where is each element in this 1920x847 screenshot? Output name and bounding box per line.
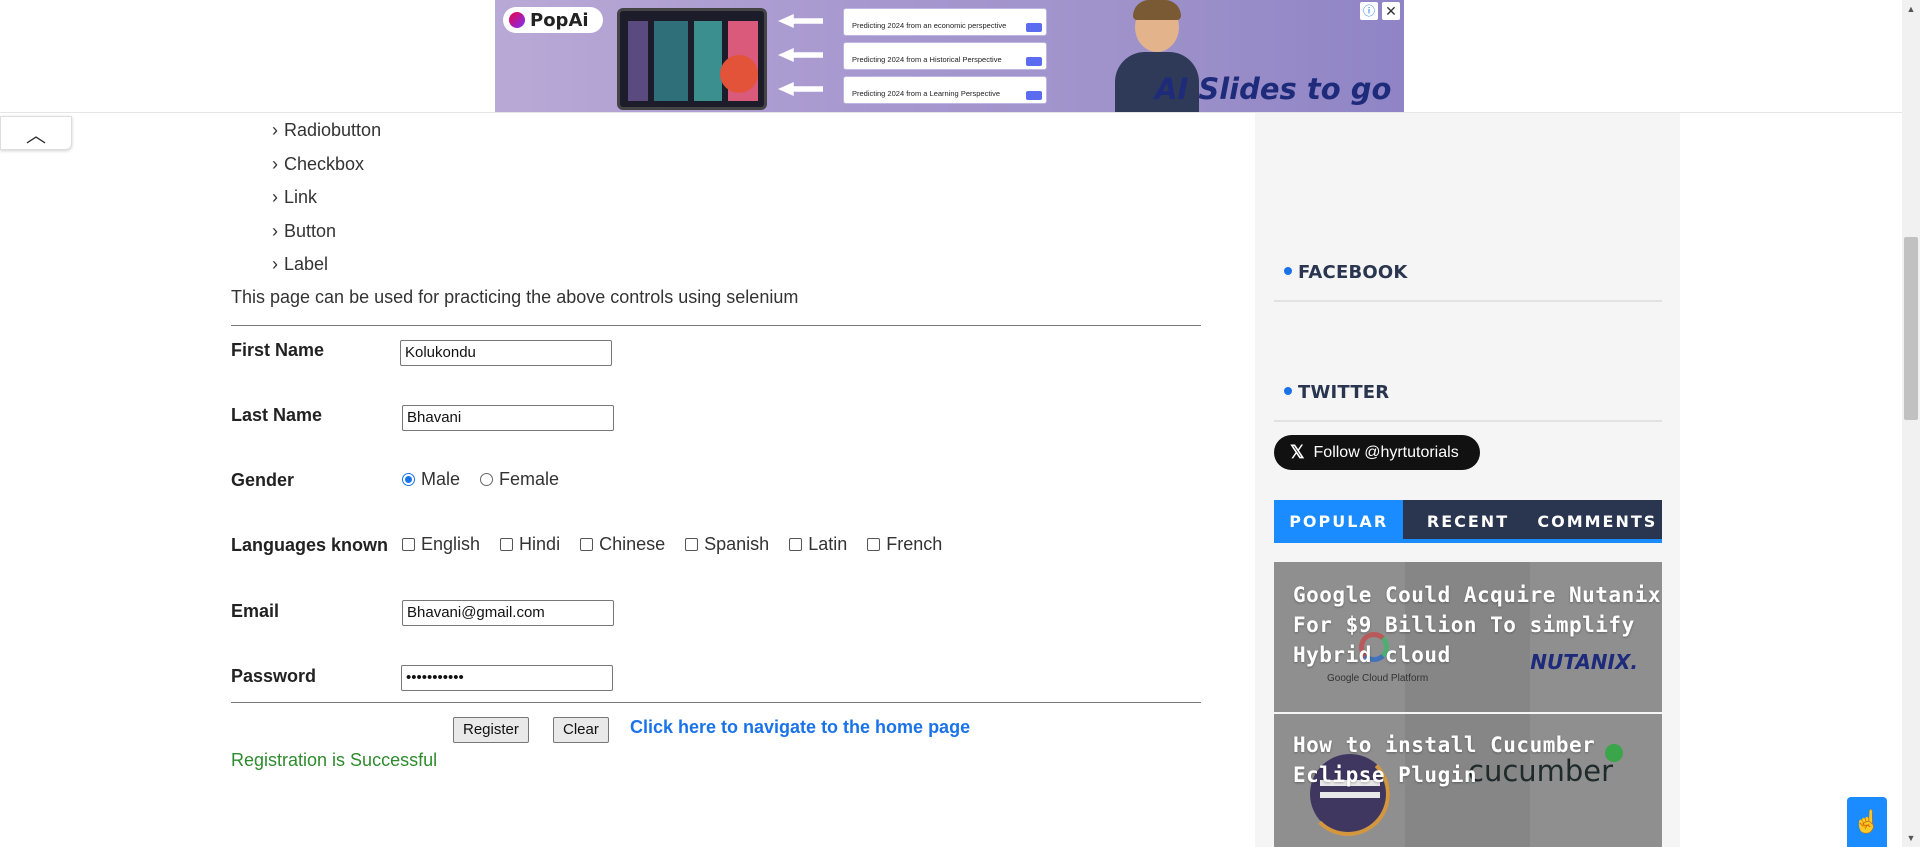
- bullet-icon: [1284, 267, 1292, 275]
- bullet-icon: [1284, 387, 1292, 395]
- page-scrollbar[interactable]: [1902, 0, 1920, 847]
- list-item: › Radiobutton: [272, 120, 382, 141]
- close-icon[interactable]: ✕: [1382, 2, 1400, 20]
- checkbox-english[interactable]: [402, 538, 415, 551]
- checkbox-hindi[interactable]: [500, 538, 514, 551]
- ppt-icon: [720, 55, 758, 93]
- list-item: › Link: [272, 187, 318, 208]
- x-logo-icon: 𝕏: [1290, 442, 1305, 462]
- ad-brand-logo: PopAi: [503, 7, 603, 33]
- list-item: › Label: [272, 254, 329, 275]
- tab-recent[interactable]: RECENT: [1403, 500, 1532, 542]
- tab-comments[interactable]: COMMENTS: [1533, 500, 1662, 542]
- divider: [231, 702, 1201, 703]
- language-option-hindi[interactable]: Hindi: [500, 534, 560, 555]
- first-name-input[interactable]: Kolukondu: [400, 340, 612, 366]
- language-option-french[interactable]: French: [867, 534, 942, 555]
- list-item: › Button: [272, 220, 337, 241]
- ad-card: Predicting 2024 from a Learning Perspect…: [843, 76, 1047, 104]
- tab-popular[interactable]: POPULAR: [1274, 500, 1404, 542]
- list-item: › Checkbox: [272, 153, 365, 174]
- popular-post-card[interactable]: cucumber How to install Cucumber Eclipse…: [1274, 714, 1662, 847]
- first-name-label: First Name: [231, 340, 325, 360]
- controls-list: › Radiobutton › Checkbox › Link › Button › La…: [272, 114, 381, 282]
- posts-tabs: POPULAR RECENT COMMENTS: [1274, 500, 1662, 542]
- chevron-right-icon: ›: [272, 153, 278, 174]
- checkbox-chinese[interactable]: [580, 538, 594, 551]
- last-name-input[interactable]: Bhavani: [402, 405, 614, 431]
- info-icon[interactable]: ⓘ: [1360, 2, 1378, 20]
- scroll-down-arrow-icon[interactable]: ▼: [1902, 829, 1920, 847]
- widget-divider: [1274, 300, 1662, 302]
- ad-tagline: AI Slides to go: [1155, 72, 1392, 106]
- google-cloud-label: Google Cloud Platform: [1327, 673, 1429, 684]
- hand-pointer-icon: ☝: [1853, 809, 1881, 834]
- languages-label: Languages known: [231, 535, 389, 555]
- collapse-header-button[interactable]: ︿: [0, 116, 72, 150]
- ad-banner[interactable]: PopAi Predicting 2024 from an economic p…: [495, 0, 1404, 113]
- scrollbar-thumb[interactable]: [1904, 237, 1918, 420]
- twitter-widget-title: TWITTER: [1284, 382, 1389, 403]
- register-button[interactable]: Register: [453, 717, 529, 743]
- password-input[interactable]: •••••••••••: [401, 665, 613, 691]
- languages-checkbox-group: English Hindi Chinese Spanish Latin Fren…: [402, 534, 962, 555]
- language-option-spanish[interactable]: Spanish: [685, 534, 769, 555]
- language-option-english[interactable]: English: [402, 534, 480, 555]
- radio-female[interactable]: [480, 473, 494, 486]
- clear-button[interactable]: Clear: [553, 717, 609, 743]
- scroll-up-arrow-icon[interactable]: ▲: [1902, 0, 1920, 18]
- password-label: Password: [231, 666, 317, 686]
- arrow-left-icon: [778, 48, 823, 62]
- chevron-right-icon: ›: [272, 220, 278, 241]
- ad-card: Predicting 2024 from an economic perspec…: [843, 8, 1047, 36]
- intro-text: This page can be used for practicing the…: [231, 287, 799, 307]
- gender-option-female[interactable]: Female: [480, 469, 559, 490]
- post-title[interactable]: Google Could Acquire Nutanix For $9 Bill…: [1293, 580, 1661, 670]
- radio-male[interactable]: [402, 473, 415, 486]
- last-name-label: Last Name: [231, 405, 323, 425]
- tabs-underline: [1274, 539, 1662, 543]
- popai-logo-icon: [509, 12, 525, 28]
- ad-card: Predicting 2024 from a Historical Perspe…: [843, 42, 1047, 70]
- floating-action-button[interactable]: ☝: [1847, 797, 1887, 847]
- language-option-chinese[interactable]: Chinese: [580, 534, 665, 555]
- gender-label: Gender: [231, 470, 295, 490]
- success-message: Registration is Successful: [231, 750, 438, 770]
- chevron-right-icon: ›: [272, 120, 278, 141]
- chevron-right-icon: ›: [272, 254, 278, 275]
- arrow-left-icon: [778, 14, 823, 28]
- gender-radio-group: Male Female: [402, 469, 579, 490]
- widget-divider: [1274, 420, 1662, 422]
- facebook-widget-title: FACEBOOK: [1284, 262, 1408, 283]
- popular-post-card[interactable]: Google Cloud Platform NUTANIX. Google Co…: [1274, 562, 1662, 712]
- checkbox-spanish[interactable]: [685, 538, 699, 551]
- gender-option-male[interactable]: Male: [402, 469, 460, 490]
- chevron-right-icon: ›: [272, 187, 278, 208]
- cucumber-icon: [1605, 744, 1623, 762]
- post-title[interactable]: How to install Cucumber Eclipse Plugin: [1293, 730, 1595, 790]
- divider: [231, 325, 1201, 326]
- email-label: Email: [231, 601, 280, 621]
- home-page-link[interactable]: Click here to navigate to the home page: [630, 717, 970, 738]
- email-input[interactable]: Bhavani@gmail.com: [402, 600, 614, 626]
- arrow-left-icon: [778, 82, 823, 96]
- chevron-up-icon: ︿: [26, 124, 46, 147]
- checkbox-french[interactable]: [867, 538, 881, 551]
- language-option-latin[interactable]: Latin: [789, 534, 847, 555]
- checkbox-latin[interactable]: [789, 538, 803, 551]
- twitter-follow-button[interactable]: 𝕏 Follow @hyrtutorials: [1274, 435, 1480, 470]
